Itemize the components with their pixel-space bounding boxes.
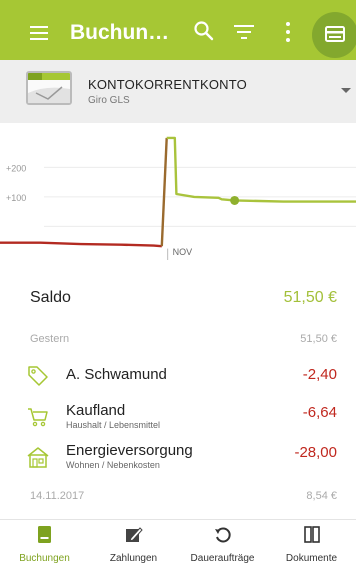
nav-label: Buchungen xyxy=(19,553,70,564)
transaction-row[interactable]: A. Schwamund -2,40 xyxy=(0,360,356,396)
page-title: Buchun… xyxy=(70,21,170,44)
transaction-title: Kaufland xyxy=(66,402,126,419)
more-vert-icon[interactable] xyxy=(285,21,291,43)
documents-icon xyxy=(303,526,321,544)
card-view-button[interactable] xyxy=(312,12,356,58)
payments-icon xyxy=(125,526,143,544)
transaction-category: Wohnen / Nebenkosten xyxy=(66,460,160,470)
transaction-amount: -6,64 xyxy=(302,404,337,421)
transaction-title: Energieversorgung xyxy=(66,442,193,459)
chart-series-line xyxy=(0,241,162,248)
chart-y-tick-label: +100 xyxy=(6,193,26,203)
search-icon[interactable] xyxy=(193,20,215,42)
saldo-label: Saldo xyxy=(30,289,71,306)
chart-series-line xyxy=(160,137,168,247)
card-icon xyxy=(325,26,345,42)
standing-orders-icon xyxy=(214,526,232,544)
nav-zahlungen[interactable]: Zahlungen xyxy=(89,520,178,565)
bookings-icon xyxy=(37,526,53,544)
transaction-row[interactable]: Energieversorgung Wohnen / Nebenkosten -… xyxy=(0,440,356,476)
nav-dokumente[interactable]: Dokumente xyxy=(267,520,356,565)
balance-chart: +200 +100 NOV xyxy=(0,136,356,260)
account-selector[interactable]: KONTOKORRENTKONTO Giro GLS xyxy=(0,60,356,123)
bank-logo xyxy=(26,71,72,105)
nav-label: Zahlungen xyxy=(109,553,158,564)
filter-icon[interactable] xyxy=(234,24,254,40)
transaction-title: A. Schwamund xyxy=(66,366,167,383)
cart-icon xyxy=(26,405,48,427)
transaction-amount: -2,40 xyxy=(302,366,337,383)
menu-icon[interactable] xyxy=(30,26,48,40)
nav-buchungen[interactable]: Buchungen xyxy=(0,520,89,565)
chart-x-tick-label: NOV xyxy=(173,247,193,257)
day-header: 14.11.2017 8,54 € xyxy=(0,490,356,508)
house-icon xyxy=(26,445,49,468)
bottom-navigation: Buchungen Zahlungen Daueraufträge Dokume… xyxy=(0,519,356,565)
transaction-row[interactable]: Kaufland Haushalt / Lebensmittel -6,64 xyxy=(0,398,356,434)
nav-label: Daueraufträge xyxy=(190,553,255,564)
day-label: 14.11.2017 xyxy=(30,490,85,502)
bank-name: Giro GLS xyxy=(88,95,130,106)
nav-dauerauftraege[interactable]: Daueraufträge xyxy=(178,520,267,565)
chart-series-line xyxy=(166,136,356,203)
nav-label: Dokumente xyxy=(285,553,338,564)
chart-y-tick-label: +200 xyxy=(6,163,26,173)
chevron-down-icon[interactable] xyxy=(341,88,351,93)
day-label: Gestern xyxy=(30,333,70,345)
chart-current-marker[interactable] xyxy=(230,195,240,205)
transaction-amount: -28,00 xyxy=(294,444,337,461)
day-amount: 8,54 € xyxy=(306,490,337,502)
tag-icon xyxy=(26,364,48,386)
account-name: KONTOKORRENTKONTO xyxy=(88,77,247,92)
saldo-value: 51,50 € xyxy=(283,289,337,306)
day-header: Gestern 51,50 € xyxy=(0,333,356,351)
day-amount: 51,50 € xyxy=(300,333,337,345)
transaction-category: Haushalt / Lebensmittel xyxy=(66,420,161,430)
